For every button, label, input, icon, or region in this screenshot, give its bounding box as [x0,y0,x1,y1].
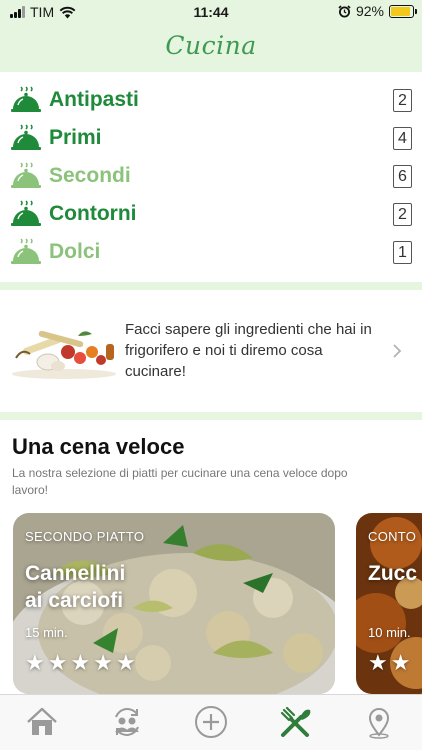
promo-text: Facci sapere gli ingredienti che hai in … [125,321,372,380]
card-category: CONTO [368,529,417,544]
star-icon: ★ [70,650,91,675]
cloche-icon [11,124,41,150]
location-pin-icon[interactable] [362,705,396,739]
tab-bar [0,694,422,750]
category-item-contorni[interactable]: Contorni 2 [0,196,422,234]
status-bar: TIM 11:44 92% [0,0,422,24]
card-category: SECONDO PIATTO [25,529,145,544]
cloche-icon [11,200,41,226]
category-name: Primi [49,126,102,149]
category-count: 2 [393,89,412,112]
card-title-line: Cannellini [25,562,126,585]
category-count: 1 [393,241,412,264]
category-item-primi[interactable]: Primi 4 [0,120,422,158]
category-item-antipasti[interactable]: Antipasti 2 [0,82,422,120]
star-icon: ★ [47,650,68,675]
category-name: Secondi [49,164,131,187]
card-time: 15 min. [25,625,68,640]
battery-level [391,6,411,16]
category-count: 6 [393,165,412,188]
status-right: 92% [338,3,417,19]
cloche-icon [11,86,41,112]
card-title-line: ai carciofi [25,589,124,612]
star-icon: ★ [115,650,136,675]
recipe-card[interactable]: SECONDO PIATTO Cannellini ai carciofi 15… [13,513,335,694]
star-icon: ★ [25,650,45,675]
card-title: Zucc [368,560,417,587]
star-icon: ★ [368,650,388,675]
battery-icon [389,4,417,18]
cloche-icon [11,238,41,264]
battery-percent: 92% [355,3,384,19]
category-count: 4 [393,127,412,150]
rating-stars: ★ ★ ★ ★ ★ [25,650,136,676]
home-icon[interactable] [25,705,59,739]
card-time: 10 min. [368,625,411,640]
star-icon: ★ [390,650,411,675]
category-name: Contorni [49,202,137,225]
recipe-card[interactable]: CONTO Zucc 10 min. ★ ★ [356,513,422,694]
card-title-line: Zucc [368,562,418,585]
ingredients-promo[interactable]: Facci sapere gli ingredienti che hai in … [0,292,422,412]
cutlery-icon[interactable] [278,705,312,739]
category-name: Antipasti [49,88,139,111]
add-icon[interactable] [194,705,228,739]
category-item-dolci[interactable]: Dolci 1 [0,234,422,272]
category-item-secondi[interactable]: Secondi 6 [0,158,422,196]
category-name: Dolci [49,240,101,263]
app-header: Cucina [0,24,422,72]
page-title: Cucina [165,31,257,60]
star-icon: ★ [93,650,113,675]
category-count: 2 [393,203,412,226]
chevron-right-icon [393,344,402,358]
rating-stars: ★ ★ [368,650,410,676]
separator [0,282,422,290]
section-description: La nostra selezione di piatti per cucina… [12,466,348,497]
ingredients-image [12,330,116,379]
section-title: Una cena veloce [12,434,185,459]
users-sync-icon[interactable] [110,705,144,739]
separator [0,412,422,420]
alarm-icon [338,4,351,17]
cloche-icon [11,162,41,188]
card-title: Cannellini ai carciofi [25,560,125,614]
category-list: Antipasti 2 Primi 4 Secondi 6 Contorni 2… [0,82,422,272]
